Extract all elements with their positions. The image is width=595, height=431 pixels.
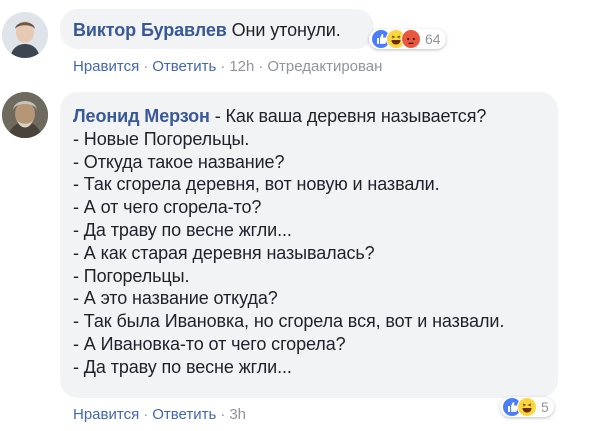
comment-actions-2: Нравится · Ответить · 3h bbox=[73, 406, 246, 423]
comment-line: - Новые Погорельцы. bbox=[73, 128, 250, 149]
comment-line-text: Как ваша деревня называется? bbox=[225, 106, 487, 126]
like-link-1[interactable]: Нравится bbox=[73, 58, 139, 75]
comment-actions-1: Нравится · Ответить · 12h · Отредактирован bbox=[73, 58, 382, 75]
comment-line: - Да траву по весне жгли... bbox=[73, 356, 292, 377]
comment-text-1: Виктор Буравлев Они утонули. bbox=[73, 20, 341, 41]
action-separator: · bbox=[220, 58, 226, 75]
comment-author-2[interactable]: Леонид Мерзон bbox=[73, 106, 210, 126]
comment-body-1: Они утонули. bbox=[231, 20, 341, 40]
action-separator: · bbox=[143, 58, 149, 75]
reaction-summary-2[interactable]: 5 bbox=[500, 397, 554, 417]
reply-link-2[interactable]: Ответить bbox=[152, 406, 216, 423]
avatar-leonid[interactable] bbox=[2, 92, 48, 138]
action-separator: · bbox=[143, 406, 149, 423]
comment-text-2: Леонид Мерзон - Как ваша деревня называе… bbox=[73, 105, 504, 379]
comment-author-1[interactable]: Виктор Буравлев bbox=[73, 20, 227, 40]
comment-line: - Так была Ивановка, но сгорела вся, вот… bbox=[73, 311, 505, 332]
avatar-viktor-image bbox=[2, 12, 48, 58]
haha-icon bbox=[517, 397, 537, 417]
comment-line: Леонид Мерзон - Как ваша деревня называе… bbox=[73, 105, 504, 128]
reaction-summary-1[interactable]: 64 bbox=[369, 29, 446, 49]
action-separator: · bbox=[258, 58, 264, 75]
timestamp-1[interactable]: 12h bbox=[229, 58, 254, 75]
comment-line: - Откуда такое название? bbox=[73, 151, 285, 172]
comment-line: - А это название откуда? bbox=[73, 288, 278, 309]
comment-bubble-1: Виктор Буравлев Они утонули. bbox=[60, 9, 374, 49]
comment-line: - А от чего сгорела-то? bbox=[73, 197, 262, 218]
comment-line: - Да траву по весне жгли... bbox=[73, 219, 292, 240]
reaction-count-2: 5 bbox=[541, 399, 549, 415]
comment-bubble-2: Леонид Мерзон - Как ваша деревня называе… bbox=[60, 92, 558, 398]
author-dash: - bbox=[209, 106, 226, 126]
reaction-count-1: 64 bbox=[425, 31, 441, 47]
comment-line: - А Ивановка-то от чего сгорела? bbox=[73, 333, 346, 354]
comment-line: - Погорельцы. bbox=[73, 265, 190, 286]
action-separator: · bbox=[220, 406, 226, 423]
avatar-viktor[interactable] bbox=[2, 12, 48, 58]
edited-label-1[interactable]: Отредактирован bbox=[267, 58, 382, 75]
comment-line: - Так сгорела деревня, вот новую и назва… bbox=[73, 174, 440, 195]
like-link-2[interactable]: Нравится bbox=[73, 406, 139, 423]
timestamp-2[interactable]: 3h bbox=[229, 406, 246, 423]
angry-icon bbox=[401, 29, 421, 49]
comment-line: - А как старая деревня называлась? bbox=[73, 242, 375, 263]
avatar-leonid-image bbox=[2, 92, 48, 138]
reply-link-1[interactable]: Ответить bbox=[152, 58, 216, 75]
